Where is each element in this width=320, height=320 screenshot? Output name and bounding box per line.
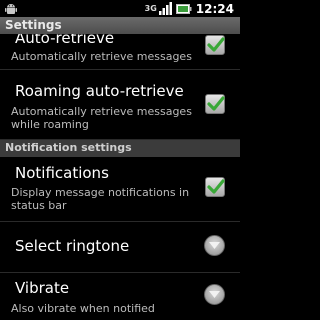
- title-bar: Settings: [0, 17, 240, 34]
- auto-retrieve-title: Auto-retrieve: [15, 34, 115, 47]
- roaming-auto-retrieve-title: Roaming auto-retrieve: [15, 82, 184, 100]
- checkmark-icon: [207, 37, 225, 52]
- section-header-label: Notification settings: [5, 141, 132, 154]
- vibrate-title: Vibrate: [15, 279, 70, 297]
- roaming-auto-retrieve-summary: Automatically retrieve messages while ro…: [11, 105, 192, 131]
- battery-icon: [175, 3, 192, 14]
- select-ringtone-dropdown-icon[interactable]: [204, 235, 225, 256]
- roaming-auto-retrieve-item[interactable]: Roaming auto-retrieve Automatically retr…: [0, 70, 240, 140]
- auto-retrieve-summary: Automatically retrieve messages: [11, 50, 192, 63]
- chevron-down-icon: [209, 291, 220, 298]
- notifications-summary: Display message notifications in status …: [11, 186, 190, 212]
- auto-retrieve-checkbox[interactable]: [205, 35, 225, 55]
- notifications-title: Notifications: [15, 164, 109, 182]
- vibrate-dropdown-icon[interactable]: [204, 284, 225, 305]
- chevron-down-icon: [209, 242, 220, 249]
- status-time: 12:24: [195, 1, 234, 16]
- notification-settings-header: Notification settings: [0, 140, 240, 157]
- roaming-auto-retrieve-checkbox[interactable]: [205, 94, 225, 114]
- status-bar: 3G 12:24: [0, 0, 240, 17]
- notifications-item[interactable]: Notifications Display message notificati…: [0, 157, 240, 222]
- settings-list[interactable]: Auto-retrieve Automatically retrieve mes…: [0, 34, 240, 320]
- checkmark-icon: [207, 96, 225, 111]
- select-ringtone-title: Select ringtone: [15, 237, 130, 255]
- checkmark-icon: [207, 179, 225, 194]
- vibrate-summary: Also vibrate when notified: [11, 302, 155, 315]
- vibrate-item[interactable]: Vibrate Also vibrate when notified: [0, 273, 240, 320]
- notifications-checkbox[interactable]: [205, 177, 225, 197]
- select-ringtone-item[interactable]: Select ringtone: [0, 222, 240, 273]
- auto-retrieve-item[interactable]: Auto-retrieve Automatically retrieve mes…: [0, 34, 240, 70]
- signal-icon: [158, 2, 172, 15]
- network-3g-icon: 3G: [144, 3, 157, 13]
- page-title: Settings: [5, 18, 62, 32]
